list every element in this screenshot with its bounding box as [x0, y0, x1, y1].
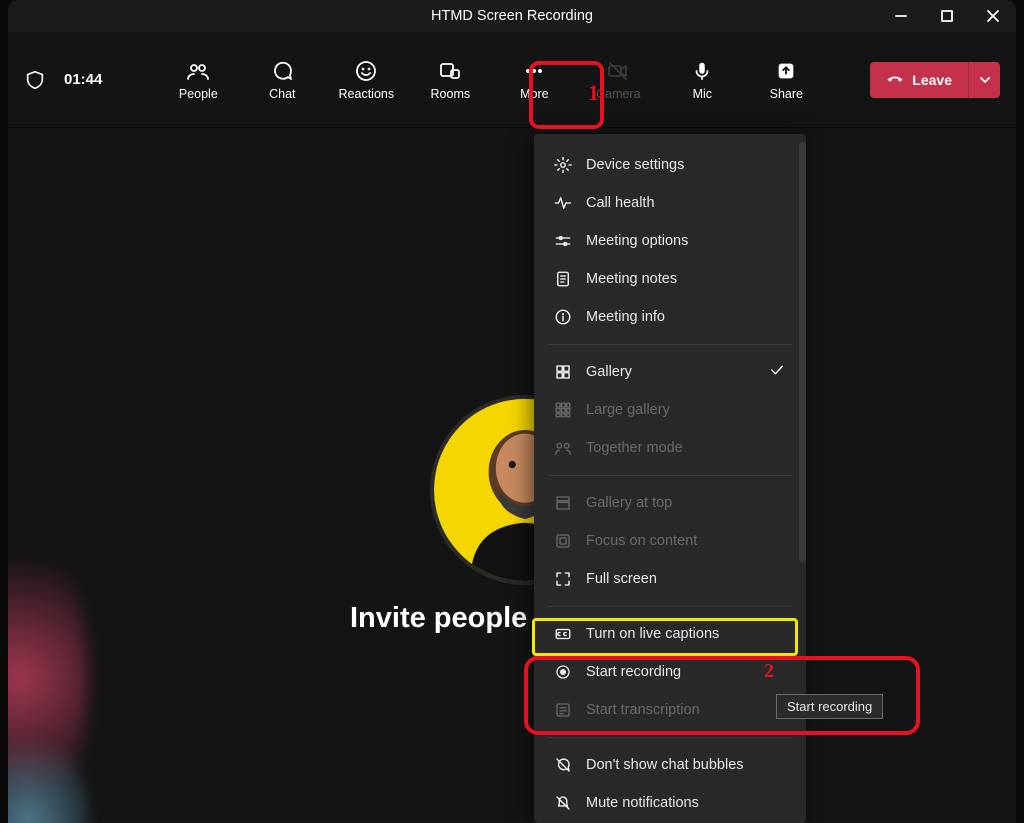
menu-divider — [548, 475, 792, 476]
menu-item-together-mode: Together mode — [534, 429, 806, 467]
menu-item-label: Meeting notes — [586, 271, 786, 287]
menu-item-meeting-notes[interactable]: Meeting notes — [534, 260, 806, 298]
more-icon — [522, 59, 546, 83]
pulse-icon — [554, 194, 572, 212]
menu-item-label: Meeting options — [586, 233, 786, 249]
shield-icon — [24, 69, 46, 91]
window-close-button[interactable] — [970, 0, 1016, 32]
check-icon — [768, 361, 786, 383]
leave-button[interactable]: Leave — [870, 62, 968, 98]
reactions-icon — [354, 59, 378, 83]
chat-icon — [270, 59, 294, 83]
menu-item-meeting-info[interactable]: Meeting info — [534, 298, 806, 336]
people-button[interactable]: People — [173, 59, 223, 101]
leave-label: Leave — [912, 72, 952, 88]
info-icon — [554, 308, 572, 326]
grid-icon — [554, 363, 572, 381]
menu-item-label: Device settings — [586, 157, 786, 173]
menu-item-label: Start transcription — [586, 702, 786, 718]
menu-item-full-screen[interactable]: Full screen — [534, 560, 806, 598]
mic-button[interactable]: Mic — [677, 59, 727, 101]
rooms-button[interactable]: Rooms — [425, 59, 475, 101]
chevron-down-icon — [978, 73, 992, 87]
titlebar: HTMD Screen Recording — [8, 0, 1016, 32]
share-icon — [774, 59, 798, 83]
together-icon — [554, 439, 572, 457]
menu-item-focus-content: Focus on content — [534, 522, 806, 560]
captions-icon — [554, 625, 572, 643]
invite-people-heading: Invite people — [350, 602, 527, 635]
call-timer: 01:44 — [64, 71, 102, 88]
transcription-icon — [554, 701, 572, 719]
menu-item-label: Together mode — [586, 440, 786, 456]
mic-label: Mic — [693, 87, 712, 101]
reactions-label: Reactions — [339, 87, 395, 101]
people-icon — [186, 59, 210, 83]
more-label: More — [520, 87, 548, 101]
menu-item-start-recording[interactable]: Start recording — [534, 653, 806, 691]
chat-bubbles-off-icon — [554, 756, 572, 774]
chat-label: Chat — [269, 87, 295, 101]
reactions-button[interactable]: Reactions — [341, 59, 391, 101]
share-label: Share — [770, 87, 803, 101]
fullscreen-icon — [554, 570, 572, 588]
camera-label: Camera — [596, 87, 640, 101]
menu-item-label: Don't show chat bubbles — [586, 757, 786, 773]
window-maximize-button[interactable] — [924, 0, 970, 32]
rooms-icon — [438, 59, 462, 83]
notes-icon — [554, 270, 572, 288]
camera-button[interactable]: Camera — [593, 59, 643, 101]
menu-divider — [548, 606, 792, 607]
menu-item-label: Meeting info — [586, 309, 786, 325]
menu-item-chat-bubbles[interactable]: Don't show chat bubbles — [534, 746, 806, 784]
menu-item-call-health[interactable]: Call health — [534, 184, 806, 222]
rooms-label: Rooms — [431, 87, 471, 101]
tooltip-start-recording: Start recording — [776, 694, 883, 719]
menu-item-label: Turn on live captions — [586, 626, 786, 642]
window-minimize-button[interactable] — [878, 0, 924, 32]
menu-item-gallery[interactable]: Gallery — [534, 353, 806, 391]
leave-options-button[interactable] — [968, 62, 1000, 98]
more-button[interactable]: More — [509, 59, 559, 101]
menu-item-label: Start recording — [586, 664, 786, 680]
bell-off-icon — [554, 794, 572, 812]
menu-item-label: Gallery — [586, 364, 754, 380]
menu-item-mute-notifications[interactable]: Mute notifications — [534, 784, 806, 822]
menu-item-label: Large gallery — [586, 402, 786, 418]
hangup-icon — [886, 69, 904, 90]
focus-icon — [554, 532, 572, 550]
chat-button[interactable]: Chat — [257, 59, 307, 101]
camera-off-icon — [606, 59, 630, 83]
meeting-toolbar: 01:44 People Chat Reactions — [8, 32, 1016, 128]
menu-item-label: Full screen — [586, 571, 786, 587]
gallery-top-icon — [554, 494, 572, 512]
menu-item-label: Gallery at top — [586, 495, 786, 511]
mic-icon — [690, 59, 714, 83]
menu-item-device-settings[interactable]: Device settings — [534, 146, 806, 184]
menu-item-label: Mute notifications — [586, 795, 786, 811]
record-icon — [554, 663, 572, 681]
window-title: HTMD Screen Recording — [431, 8, 593, 24]
menu-item-label: Call health — [586, 195, 786, 211]
share-button[interactable]: Share — [761, 59, 811, 101]
menu-divider — [548, 737, 792, 738]
more-menu: Device settings Call health Meeting opti… — [534, 134, 806, 823]
sliders-icon — [554, 232, 572, 250]
menu-item-live-captions[interactable]: Turn on live captions — [534, 615, 806, 653]
menu-item-large-gallery: Large gallery — [534, 391, 806, 429]
menu-scrollbar[interactable] — [799, 142, 806, 562]
menu-item-label: Focus on content — [586, 533, 786, 549]
people-label: People — [179, 87, 218, 101]
menu-divider — [548, 344, 792, 345]
large-grid-icon — [554, 401, 572, 419]
menu-item-meeting-options[interactable]: Meeting options — [534, 222, 806, 260]
menu-item-start-transcription: Start transcription — [534, 691, 806, 729]
menu-item-gallery-top: Gallery at top — [534, 484, 806, 522]
gear-icon — [554, 156, 572, 174]
